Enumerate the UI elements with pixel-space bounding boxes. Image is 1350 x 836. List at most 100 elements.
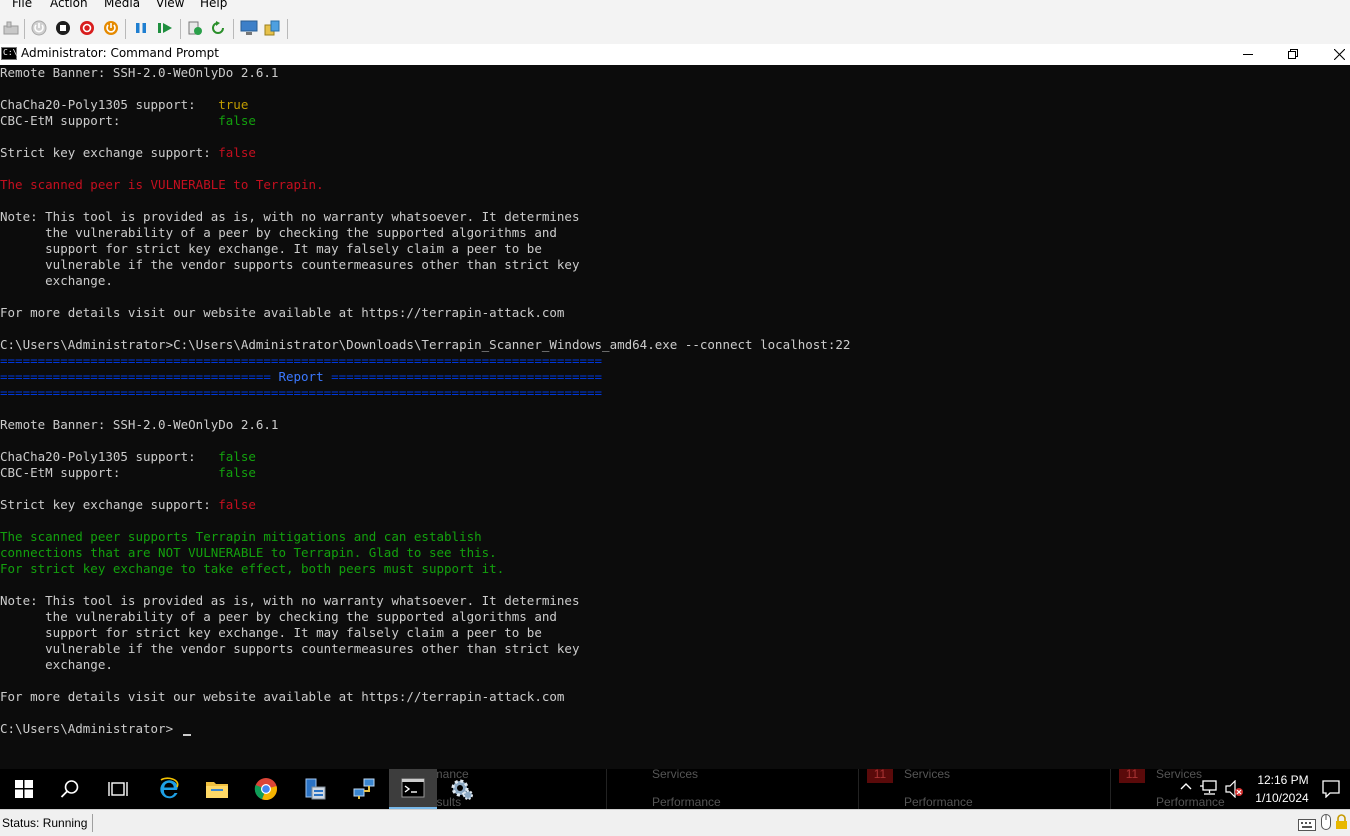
clock-time[interactable]: 12:16 PM xyxy=(1255,773,1311,787)
vm-status-text: Status: Running xyxy=(2,816,88,830)
menu-action[interactable]: Action xyxy=(50,0,88,9)
console-text: false xyxy=(218,145,256,160)
network-icon[interactable] xyxy=(340,769,388,809)
server-manager-icon[interactable] xyxy=(291,769,339,809)
chevron-up-icon[interactable] xyxy=(1180,780,1192,794)
menu-help[interactable]: Help xyxy=(200,0,227,9)
internet-explorer-icon[interactable] xyxy=(145,769,193,809)
close-button[interactable] xyxy=(1316,44,1350,64)
minimize-button[interactable] xyxy=(1225,44,1271,64)
console-text: CBC-EtM support: xyxy=(0,465,219,480)
chrome-icon[interactable] xyxy=(242,769,290,809)
console-text: The scanned peer supports Terrapin mitig… xyxy=(0,529,482,544)
save-state-icon[interactable] xyxy=(102,19,120,37)
background-badge: 11 xyxy=(1119,769,1145,783)
console-line: Note: This tool is provided as is, with … xyxy=(0,593,579,609)
console-text: ========================================… xyxy=(0,353,603,368)
keyboard-icon xyxy=(1298,816,1316,835)
console-text: the vulnerability of a peer by checking … xyxy=(0,609,557,624)
file-explorer-icon[interactable] xyxy=(193,769,241,809)
cmd-icon-prompt: C:\ xyxy=(3,48,18,57)
menu-media[interactable]: Media xyxy=(104,0,140,9)
console-line: exchange. xyxy=(0,657,113,673)
background-text: Services xyxy=(1156,769,1203,781)
task-view-icon[interactable] xyxy=(94,769,142,809)
background-divider xyxy=(858,769,859,809)
console-text: true xyxy=(218,97,249,112)
background-text: Services xyxy=(904,769,951,781)
vm-status-bar: Status: Running xyxy=(0,809,1350,836)
console-text: exchange. xyxy=(0,273,113,288)
console-text: support for strict key exchange. It may … xyxy=(0,241,542,256)
console-text: false xyxy=(218,449,256,464)
console-line: ========================================… xyxy=(0,353,602,369)
notification-icon[interactable] xyxy=(1322,780,1340,801)
console-line: exchange. xyxy=(0,273,113,289)
console-line: For more details visit our website avail… xyxy=(0,305,564,321)
console-line: support for strict key exchange. It may … xyxy=(0,625,542,641)
window-title: Administrator: Command Prompt xyxy=(21,46,219,60)
console-line: ChaCha20-Poly1305 support: false xyxy=(0,449,256,465)
console-text: ChaCha20-Poly1305 support: xyxy=(0,97,219,112)
turn-off-icon[interactable] xyxy=(54,19,72,37)
console-line: Remote Banner: SSH-2.0-WeOnlyDo 2.6.1 xyxy=(0,417,278,433)
console-line: support for strict key exchange. It may … xyxy=(0,241,542,257)
console-text: Note: This tool is provided as is, with … xyxy=(0,209,580,224)
restore-icon xyxy=(1288,49,1298,59)
console-text: Strict key exchange support: xyxy=(0,497,219,512)
console-text: false xyxy=(218,497,256,512)
menu-view[interactable]: View xyxy=(156,0,184,9)
toolbar-separator xyxy=(233,19,234,39)
settings-icon[interactable] xyxy=(438,769,486,809)
shut-down-icon[interactable] xyxy=(78,19,96,37)
console-text: C:\Users\Administrator>C:\Users\Administ… xyxy=(0,337,851,352)
console-text: For more details visit our website avail… xyxy=(0,689,565,704)
console-line: ==================================== Rep… xyxy=(0,369,602,385)
command-prompt-icon[interactable] xyxy=(389,769,437,809)
enhanced-session-icon[interactable] xyxy=(240,19,258,37)
toolbar-separator xyxy=(125,19,126,39)
vertical-scrollbar[interactable] xyxy=(1333,65,1350,769)
console-line: ChaCha20-Poly1305 support: true xyxy=(0,97,248,113)
search-icon[interactable] xyxy=(46,769,94,809)
taskbar: Performance BPA results Services Perform… xyxy=(0,769,1350,809)
revert-icon[interactable] xyxy=(210,19,228,37)
console-line: CBC-EtM support: false xyxy=(0,113,256,129)
console-text: false xyxy=(218,465,256,480)
console-line: the vulnerability of a peer by checking … xyxy=(0,225,557,241)
restore-button[interactable] xyxy=(1270,44,1316,64)
host-toolbar xyxy=(0,14,1350,44)
console-text: the vulnerability of a peer by checking … xyxy=(0,225,557,240)
console-text: The scanned peer is VULNERABLE to Terrap… xyxy=(0,177,324,192)
text-cursor xyxy=(183,734,191,736)
resume-icon[interactable] xyxy=(156,19,174,37)
toolbar-separator xyxy=(24,19,25,39)
pause-icon[interactable] xyxy=(132,19,150,37)
toolbar-separator xyxy=(180,19,181,39)
console-line: connections that are NOT VULNERABLE to T… xyxy=(0,545,497,561)
console-text: C:\Users\Administrator> xyxy=(0,721,174,736)
menu-file[interactable]: File xyxy=(12,0,32,9)
share-icon[interactable] xyxy=(263,19,281,37)
windows-start-icon[interactable] xyxy=(0,769,48,809)
console-text: vulnerable if the vendor supports counte… xyxy=(0,257,580,272)
start-icon[interactable] xyxy=(30,19,48,37)
host-menu-bar: File Action Media View Help xyxy=(0,0,1350,14)
console-text: support for strict key exchange. It may … xyxy=(0,625,542,640)
ctrl-alt-del-icon[interactable] xyxy=(2,19,20,37)
clock-date[interactable]: 1/10/2024 xyxy=(1251,791,1313,805)
console-text: Report xyxy=(278,369,324,384)
console-line: CBC-EtM support: false xyxy=(0,465,256,481)
console-output[interactable]: Remote Banner: SSH-2.0-WeOnlyDo 2.6.1 Cha… xyxy=(0,65,1350,769)
console-line: Remote Banner: SSH-2.0-WeOnlyDo 2.6.1 xyxy=(0,65,278,81)
cmd-icon: C:\ xyxy=(1,47,17,60)
console-text: ==================================== xyxy=(0,369,279,384)
volume-muted-icon[interactable] xyxy=(1225,779,1245,801)
console-line: The scanned peer supports Terrapin mitig… xyxy=(0,529,482,545)
checkpoint-icon[interactable] xyxy=(186,19,204,37)
console-line: Strict key exchange support: false xyxy=(0,145,256,161)
console-text: CBC-EtM support: xyxy=(0,113,219,128)
console-text: Note: This tool is provided as is, with … xyxy=(0,593,580,608)
console-text: Remote Banner: SSH-2.0-WeOnlyDo 2.6.1 xyxy=(0,65,279,80)
network-status-icon[interactable] xyxy=(1200,779,1220,800)
